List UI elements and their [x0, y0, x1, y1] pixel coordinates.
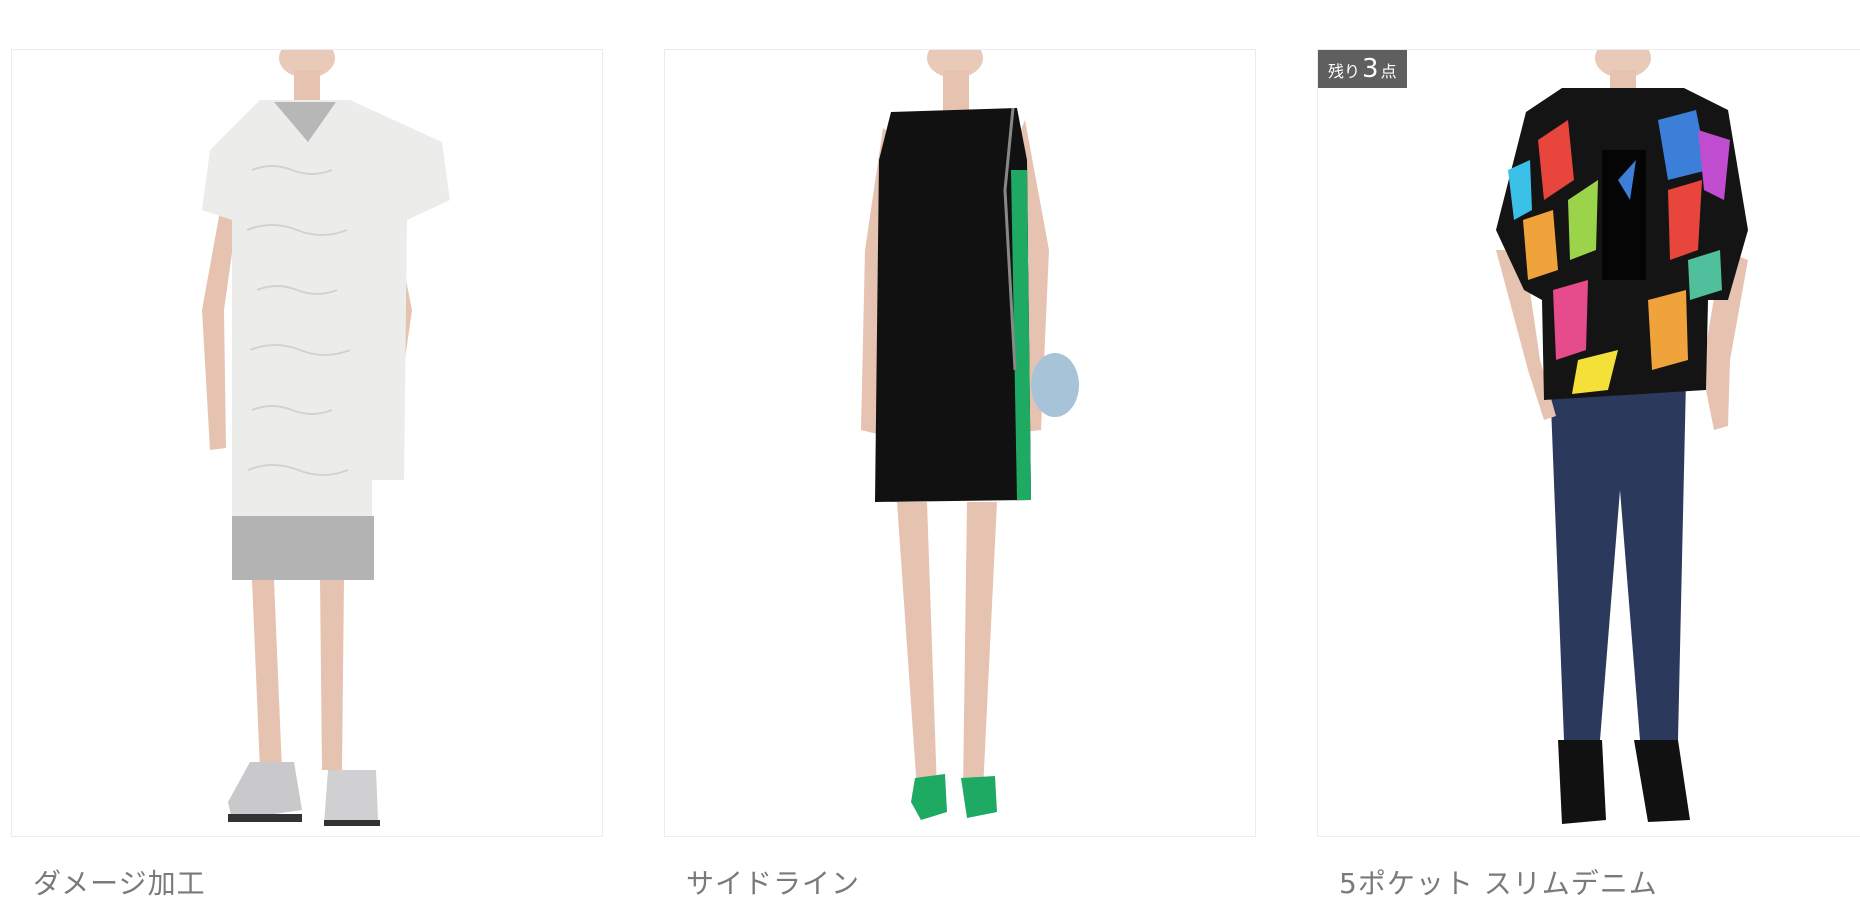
product-name[interactable]: サイドライン [686, 862, 1256, 902]
product-card[interactable]: 残り 3 点 5ポケット スリムデニム [1317, 49, 1860, 902]
product-image[interactable] [11, 49, 603, 837]
product-card[interactable]: ダメージ加工 [11, 49, 603, 902]
stock-badge: 残り 3 点 [1318, 50, 1407, 88]
product-grid: ダメージ加工 サイドライン 残り 3 点 5ポケット スリムデニム [0, 0, 1860, 903]
product-image[interactable] [664, 49, 1256, 837]
product-name[interactable]: ダメージ加工 [33, 862, 603, 902]
model-photo-white-dress [202, 50, 450, 826]
product-card[interactable]: サイドライン [664, 49, 1256, 902]
model-photo-sequin-jacket [1496, 50, 1748, 824]
product-name[interactable]: 5ポケット スリムデニム [1339, 862, 1860, 902]
stock-badge-suffix: 点 [1380, 62, 1397, 81]
product-image[interactable]: 残り 3 点 [1317, 49, 1860, 837]
stock-badge-count: 3 [1362, 54, 1379, 84]
model-photo-black-dress [861, 50, 1079, 820]
stock-badge-prefix: 残り [1328, 62, 1361, 81]
